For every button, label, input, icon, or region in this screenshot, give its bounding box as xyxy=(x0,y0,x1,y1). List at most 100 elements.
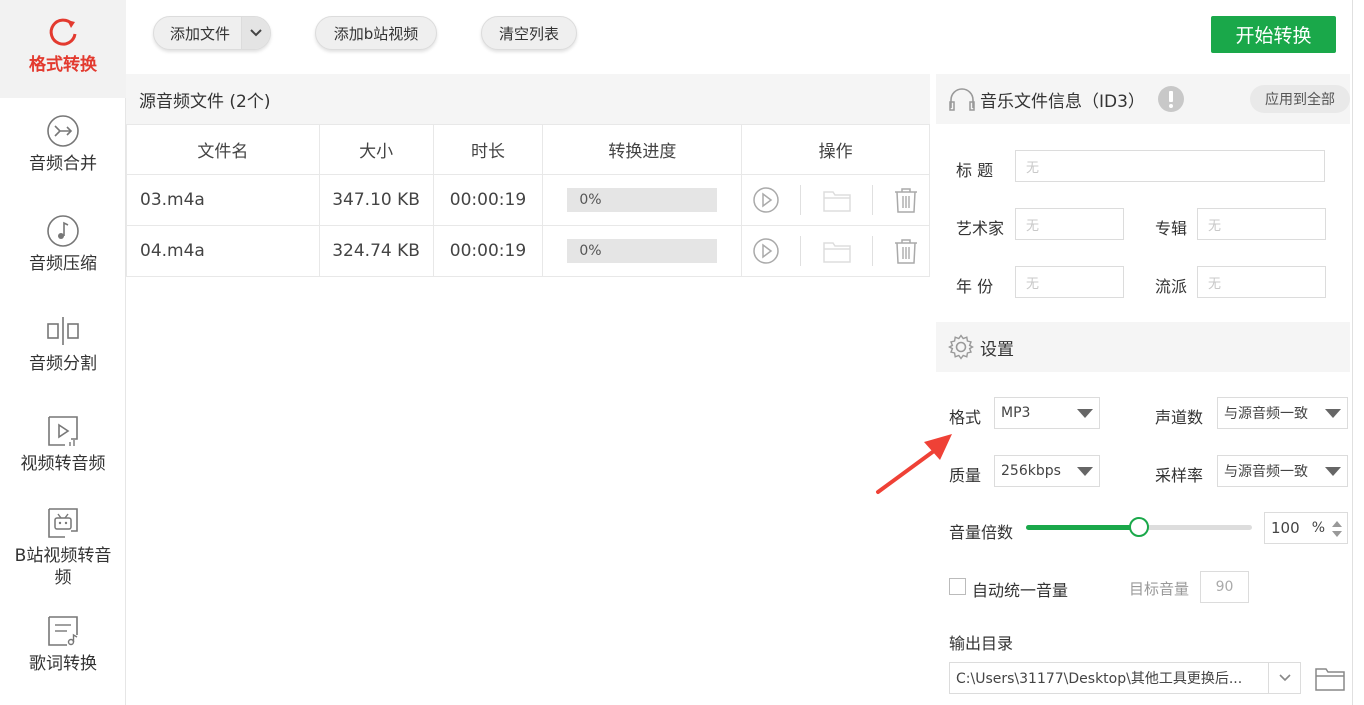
artist-input[interactable]: 无 xyxy=(1015,208,1124,240)
volume-unit: % xyxy=(1311,520,1325,536)
table-row[interactable]: 04.m4a 324.74 KB 00:00:19 0% xyxy=(126,225,930,277)
dropdown-arrow-icon xyxy=(1077,467,1093,476)
column-header-name: 文件名 xyxy=(126,124,320,175)
divider xyxy=(800,236,802,266)
trash-icon[interactable] xyxy=(893,186,919,214)
file-list-header: 源音频文件 (2个) xyxy=(126,74,930,124)
folder-icon[interactable] xyxy=(1314,664,1346,692)
channels-select[interactable]: 与源音频一致 xyxy=(1217,397,1348,429)
refresh-icon xyxy=(49,18,77,46)
add-file-button[interactable]: 添加文件 xyxy=(153,16,271,50)
format-select[interactable]: MP3 xyxy=(994,397,1100,429)
clear-list-button[interactable]: 清空列表 xyxy=(481,16,577,50)
file-name: 04.m4a xyxy=(126,225,320,277)
samplerate-select[interactable]: 与源音频一致 xyxy=(1217,455,1348,487)
stepper-icon[interactable] xyxy=(1331,518,1343,540)
start-convert-label: 开始转换 xyxy=(1235,25,1312,47)
volume-label: 音量倍数 xyxy=(949,523,1014,542)
album-input[interactable]: 无 xyxy=(1197,208,1326,240)
quality-select[interactable]: 256kbps xyxy=(994,455,1100,487)
actions-cell xyxy=(741,225,930,277)
year-input[interactable]: 无 xyxy=(1015,266,1124,298)
file-list-title: 源音频文件 (2个) xyxy=(139,91,271,112)
start-convert-button[interactable]: 开始转换 xyxy=(1211,16,1336,53)
sidebar-item-video-to-audio[interactable]: 视频转音频 xyxy=(0,413,126,475)
sidebar-item-audio-compress[interactable]: 音频压缩 xyxy=(0,213,126,275)
genre-input[interactable]: 无 xyxy=(1197,266,1326,298)
file-duration: 00:00:19 xyxy=(432,225,544,277)
output-dir-dropdown[interactable] xyxy=(1268,663,1300,693)
headphones-icon xyxy=(949,88,975,111)
column-header-actions: 操作 xyxy=(741,124,930,175)
column-header-progress: 转换进度 xyxy=(542,124,743,175)
music-note-icon xyxy=(47,215,79,247)
apply-all-button[interactable]: 应用到全部 xyxy=(1250,85,1350,113)
chevron-down-icon xyxy=(250,29,262,37)
folder-icon[interactable] xyxy=(822,238,852,264)
merge-icon xyxy=(47,115,79,147)
add-bilibili-button[interactable]: 添加b站视频 xyxy=(315,16,437,50)
id3-title: 音乐文件信息（ID3） xyxy=(980,91,1145,112)
channels-label: 声道数 xyxy=(1155,408,1204,427)
window-edge xyxy=(1352,0,1364,705)
warning-icon[interactable] xyxy=(1157,85,1185,113)
folder-icon[interactable] xyxy=(822,187,852,213)
sidebar: 格式转换 音频合并 音频压缩 音频分割 视频转音频 B站视频转音 频 歌词转换 xyxy=(0,0,126,705)
add-bilibili-label: 添加b站视频 xyxy=(333,24,419,43)
add-file-dropdown[interactable] xyxy=(240,17,270,49)
auto-volume-checkbox[interactable] xyxy=(949,578,966,595)
divider xyxy=(871,236,873,266)
app-window: 格式转换 音频合并 音频压缩 音频分割 视频转音频 B站视频转音 频 歌词转换 … xyxy=(0,0,1364,705)
volume-slider[interactable] xyxy=(1026,517,1252,537)
video-play-icon xyxy=(48,416,78,446)
title-label: 标 题 xyxy=(956,161,994,180)
sidebar-item-format-convert[interactable]: 格式转换 xyxy=(0,0,126,98)
split-icon xyxy=(47,317,79,345)
progress-cell: 0% xyxy=(542,174,743,226)
title-input[interactable]: 无 xyxy=(1015,150,1325,182)
annotation-arrow xyxy=(876,434,952,494)
sidebar-item-bilibili-to-audio[interactable]: B站视频转音 频 xyxy=(0,505,126,589)
sidebar-item-audio-split[interactable]: 音频分割 xyxy=(0,313,126,375)
column-header-duration: 时长 xyxy=(432,124,544,175)
sidebar-item-label: 音频合并 xyxy=(29,154,97,174)
table-row[interactable]: 03.m4a 347.10 KB 00:00:19 0% xyxy=(126,174,930,226)
progress-cell: 0% xyxy=(542,225,743,277)
file-size: 324.74 KB xyxy=(318,225,434,277)
add-file-label: 添加文件 xyxy=(170,24,231,43)
settings-header: 设置 xyxy=(936,322,1350,372)
sidebar-item-label: B站视频转音 xyxy=(14,546,112,566)
sidebar-item-lyrics-convert[interactable]: 歌词转换 xyxy=(0,613,126,675)
output-dir-select[interactable]: C:\Users\31177\Desktop\其他工具更换后... xyxy=(949,662,1301,694)
output-dir-label: 输出目录 xyxy=(949,634,1014,653)
play-icon[interactable] xyxy=(752,237,780,265)
lyrics-file-icon xyxy=(48,616,78,646)
sidebar-item-label: 音频分割 xyxy=(29,354,97,374)
format-label: 格式 xyxy=(949,408,982,427)
trash-icon[interactable] xyxy=(893,237,919,265)
progress-bar: 0% xyxy=(567,239,718,263)
channels-value: 与源音频一致 xyxy=(1224,406,1308,422)
settings-title: 设置 xyxy=(980,339,1014,360)
target-volume-label: 目标音量 xyxy=(1129,580,1190,598)
artist-label: 艺术家 xyxy=(956,219,1005,238)
chevron-down-icon xyxy=(1278,674,1291,682)
id3-panel-header: 音乐文件信息（ID3） 应用到全部 xyxy=(936,74,1350,124)
sidebar-item-label: 视频转音频 xyxy=(20,454,106,474)
sidebar-item-label: 歌词转换 xyxy=(29,654,97,674)
play-icon[interactable] xyxy=(752,186,780,214)
file-name: 03.m4a xyxy=(126,174,320,226)
file-size: 347.10 KB xyxy=(318,174,434,226)
sidebar-item-label: 音频压缩 xyxy=(29,254,97,274)
file-table: 文件名 大小 时长 转换进度 操作 03.m4a 347.10 KB 00:00… xyxy=(126,124,930,277)
genre-label: 流派 xyxy=(1155,277,1188,296)
target-volume-input[interactable]: 90 xyxy=(1200,571,1249,603)
volume-slider-handle[interactable] xyxy=(1129,517,1149,537)
table-header-row: 文件名 大小 时长 转换进度 操作 xyxy=(126,124,930,175)
sidebar-item-audio-merge[interactable]: 音频合并 xyxy=(0,113,126,175)
file-duration: 00:00:19 xyxy=(432,174,544,226)
volume-input[interactable]: 100 % xyxy=(1264,512,1348,544)
samplerate-label: 采样率 xyxy=(1155,466,1204,485)
auto-volume-label: 自动统一音量 xyxy=(972,581,1069,600)
divider xyxy=(871,185,873,215)
